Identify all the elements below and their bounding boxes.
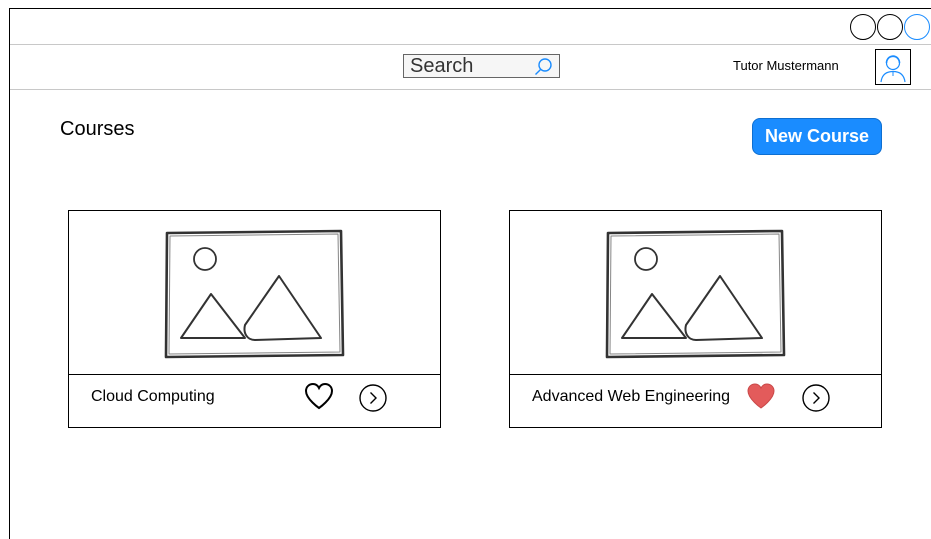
heart-outline-icon[interactable] (304, 382, 334, 410)
image-placeholder-icon (605, 229, 785, 359)
page-title: Courses (60, 118, 135, 140)
header-divider (10, 89, 931, 90)
course-thumbnail (510, 211, 881, 375)
user-name: Tutor Mustermann (733, 58, 839, 73)
course-card[interactable]: Advanced Web Engineering (509, 210, 882, 428)
course-title: Cloud Computing (91, 388, 215, 405)
course-thumbnail (69, 211, 440, 375)
titlebar-divider (10, 44, 931, 45)
chevron-right-circle-icon[interactable] (801, 383, 831, 413)
course-title: Advanced Web Engineering (532, 388, 731, 405)
search-icon[interactable] (533, 57, 553, 77)
search-placeholder: Search (410, 55, 474, 77)
chevron-right-circle-icon[interactable] (358, 383, 388, 413)
window-control-circle[interactable] (877, 14, 903, 40)
image-placeholder-icon (164, 229, 344, 359)
new-course-button[interactable]: New Course (752, 118, 882, 155)
window-control-circle-active[interactable] (904, 14, 930, 40)
heart-filled-icon[interactable] (746, 382, 776, 410)
search-input[interactable]: Search (403, 54, 560, 78)
window-controls (850, 14, 931, 42)
user-avatar-icon (880, 55, 906, 83)
avatar[interactable] (875, 49, 911, 85)
window-top-border (9, 8, 931, 9)
window-control-circle[interactable] (850, 14, 876, 40)
window-left-border (9, 8, 10, 539)
course-card[interactable]: Cloud Computing (68, 210, 441, 428)
